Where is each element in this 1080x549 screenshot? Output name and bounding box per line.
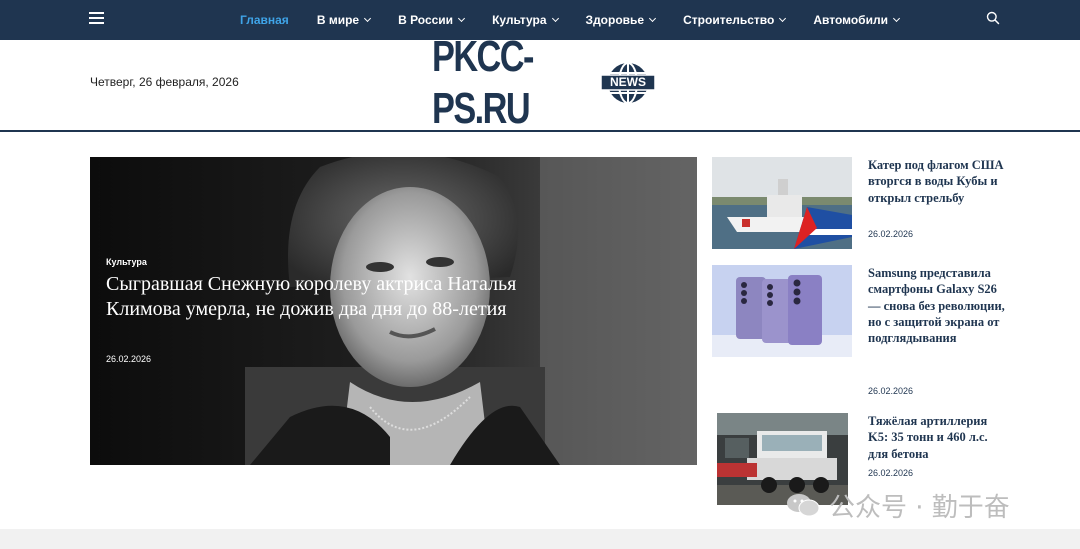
news-date: 26.02.2026 (868, 386, 914, 396)
logo-text: PKCC-PS.RU (432, 32, 534, 133)
nav-item-label: В России (398, 13, 454, 27)
article-date: 26.02.2026 (106, 354, 152, 364)
nav-item-cars[interactable]: Автомобили (813, 13, 901, 27)
nav-item-label: Автомобили (813, 13, 888, 27)
watermark-text: 公众号 · 勤于奋 (829, 492, 1010, 523)
site-header: Четверг, 26 февраля, 2026 PKCC-PS.RU NEW… (0, 32, 1080, 133)
news-date: 26.02.2026 (868, 468, 914, 478)
chevron-down-icon (551, 14, 559, 23)
site-logo[interactable]: PKCC-PS.RU NEWS (432, 32, 658, 133)
nav-item-label: Культура (492, 13, 547, 27)
nav-item-label: Здоровье (585, 13, 645, 27)
watermark: 公众号 · 勤于奋 (785, 488, 1010, 523)
news-thumbnail[interactable] (712, 157, 852, 249)
chevron-down-icon (892, 14, 901, 23)
nav-item-label: В мире (316, 13, 360, 27)
nav-item-russia[interactable]: В России (398, 13, 466, 27)
nav-item-health[interactable]: Здоровье (585, 13, 657, 27)
side-news-item[interactable]: Катер под флагом США вторгся в воды Кубы… (712, 157, 1012, 252)
nav-item-home[interactable]: Главная (240, 13, 289, 27)
nav-item-construction[interactable]: Строительство (683, 13, 787, 27)
chevron-down-icon (649, 14, 657, 23)
news-thumbnail[interactable] (712, 265, 852, 357)
side-news-item[interactable]: Samsung представила смартфоны Galaxy S26… (712, 265, 1012, 400)
logo-badge: NEWS (610, 75, 646, 89)
main-menu: Главная В мире В России Культура Здоровь… (240, 0, 927, 40)
search-icon[interactable] (986, 11, 1000, 25)
chevron-down-icon (458, 14, 466, 23)
article-category[interactable]: Культура (106, 257, 147, 267)
news-title[interactable]: Samsung представила смартфоны Galaxy S26… (868, 265, 1008, 346)
article-title[interactable]: Сыгравшая Снежную королеву актриса Натал… (106, 272, 526, 322)
globe-icon: NEWS (598, 57, 658, 109)
news-title[interactable]: Тяжёлая артиллерия K5: 35 тонн и 460 л.с… (868, 413, 1008, 462)
footer-band (0, 529, 1080, 549)
news-title[interactable]: Катер под флагом США вторгся в воды Кубы… (868, 157, 1008, 206)
current-date: Четверг, 26 февраля, 2026 (90, 75, 239, 89)
nav-item-world[interactable]: В мире (316, 13, 372, 27)
chevron-down-icon (364, 14, 372, 23)
news-date: 26.02.2026 (868, 229, 914, 239)
nav-item-culture[interactable]: Культура (492, 13, 559, 27)
nav-item-label: Строительство (683, 13, 775, 27)
chevron-down-icon (779, 14, 787, 23)
hamburger-icon[interactable] (89, 12, 105, 26)
nav-item-label: Главная (240, 13, 289, 27)
feature-article[interactable]: Культура Сыгравшая Снежную королеву актр… (90, 157, 697, 465)
wechat-icon (787, 494, 820, 517)
